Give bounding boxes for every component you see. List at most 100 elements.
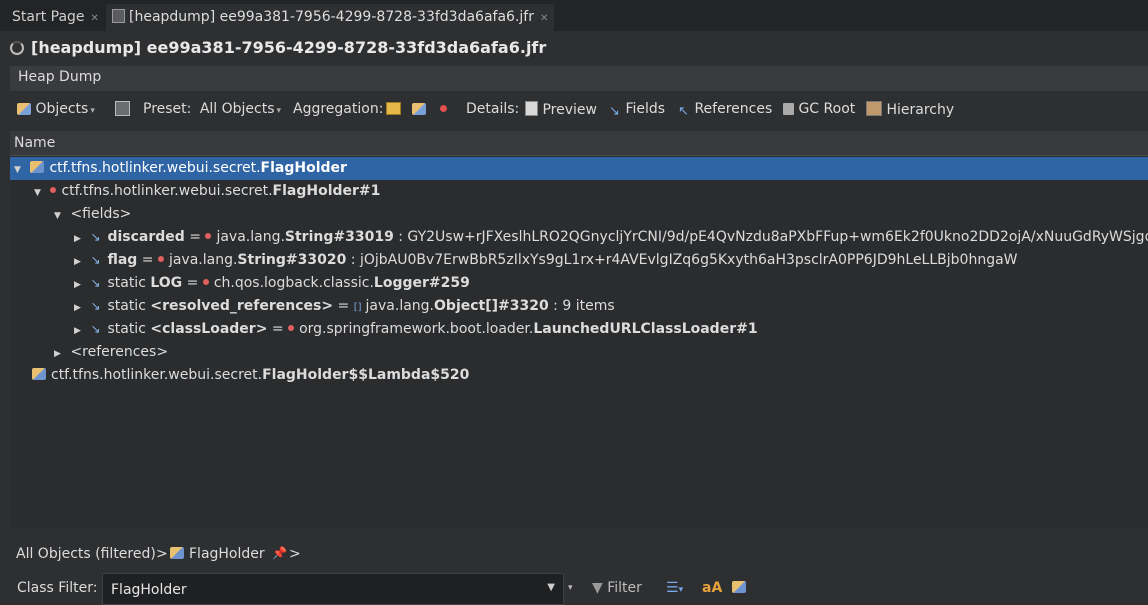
filter-button-label: Filter bbox=[607, 580, 642, 596]
tab-heapdump-label: [heapdump] ee99a381-7956-4299-8728-33fd3… bbox=[129, 9, 534, 25]
equals-sign: = bbox=[271, 321, 284, 337]
class-icon bbox=[32, 368, 46, 380]
object-tree[interactable]: Name ▼ ctf.tfns.hotlinker.webui.secret.F… bbox=[10, 131, 1148, 529]
class-name: FlagHolder$$Lambda$520 bbox=[262, 367, 470, 383]
instance-icon bbox=[205, 233, 212, 239]
instance-icon bbox=[202, 279, 209, 285]
field-arrow-icon: ↘ bbox=[90, 322, 101, 336]
expand-toggle-icon[interactable]: ▼ bbox=[34, 188, 46, 198]
preset-label: Preset: bbox=[143, 101, 192, 117]
instance-name: FlagHolder#1 bbox=[272, 183, 381, 199]
field-value: : jOjbAU0Bv7ErwBbR5zIlxYs9gL1rx+r4AVEvlg… bbox=[350, 252, 1018, 268]
fields-button[interactable]: ↘ Fields bbox=[609, 101, 665, 118]
close-icon[interactable]: ✕ bbox=[91, 13, 99, 24]
aggregation-class-button[interactable] bbox=[386, 101, 401, 117]
preset-dropdown[interactable]: Preset: All Objects ▾ bbox=[143, 101, 281, 117]
field-name: flag bbox=[107, 252, 138, 268]
tree-row-field-resolved-references[interactable]: ▶ ↘ static <resolved_references> = [] java… bbox=[10, 295, 1148, 318]
expand-toggle-icon[interactable]: ▶ bbox=[74, 280, 86, 290]
tab-heapdump[interactable]: [heapdump] ee99a381-7956-4299-8728-33fd3… bbox=[106, 4, 555, 31]
aggregation-label: Aggregation: bbox=[293, 101, 384, 117]
field-name: discarded bbox=[107, 229, 185, 245]
field-arrow-icon: ↘ bbox=[90, 276, 101, 290]
expand-toggle-icon[interactable]: ▼ bbox=[14, 165, 26, 175]
breadcrumb-item-flagholder[interactable]: FlagHolder bbox=[170, 546, 265, 562]
class-icon bbox=[732, 581, 746, 593]
tree-row-field-flag[interactable]: ▶ ↘ flag = java.lang.String#33020 : jOjbA… bbox=[10, 249, 1148, 272]
chevron-down-icon: ▾ bbox=[90, 106, 95, 116]
class-filter-input[interactable] bbox=[109, 579, 523, 601]
instance-name: LaunchedURLClassLoader#1 bbox=[533, 321, 758, 337]
aggregation-object-button[interactable] bbox=[440, 101, 447, 117]
tree-row-field-log[interactable]: ▶ ↘ static LOG = ch.qos.logback.classic.L… bbox=[10, 272, 1148, 295]
objects-dropdown[interactable]: Objects ▾ bbox=[17, 101, 95, 117]
save-icon bbox=[115, 101, 130, 116]
heap-dump-section-header[interactable]: Heap Dump bbox=[10, 66, 1148, 91]
list-icon: ☰ bbox=[666, 580, 679, 596]
tree-row-references[interactable]: ▶ <references> bbox=[10, 341, 1148, 364]
breadcrumb-item-label: FlagHolder bbox=[189, 546, 265, 562]
tree-row-flagholder-lambda[interactable]: ctf.tfns.hotlinker.webui.secret.FlagHold… bbox=[10, 364, 1148, 387]
package-name: ctf.tfns.hotlinker.webui.secret. bbox=[61, 183, 273, 199]
field-arrow-icon: ↘ bbox=[90, 299, 101, 313]
breadcrumb-separator: > bbox=[156, 546, 168, 562]
heap-toolbar: Objects ▾ Preset: All Objects ▾ Aggregatio… bbox=[10, 96, 1148, 124]
expand-toggle-icon[interactable]: ▶ bbox=[54, 349, 66, 359]
tab-start-page[interactable]: Start Page ✕ bbox=[6, 4, 105, 31]
hierarchy-label: Hierarchy bbox=[886, 102, 955, 118]
pin-icon[interactable]: 📌 bbox=[272, 546, 287, 560]
history-dropdown-icon[interactable]: ▾ bbox=[568, 583, 573, 593]
package-name: java.lang. bbox=[365, 298, 435, 314]
close-icon[interactable]: ✕ bbox=[540, 13, 548, 24]
expand-toggle-icon[interactable]: ▶ bbox=[74, 326, 86, 336]
chevron-down-icon[interactable]: ▼ bbox=[547, 582, 555, 593]
equals-sign: = bbox=[186, 275, 199, 291]
package-name: ctf.tfns.hotlinker.webui.secret. bbox=[51, 367, 263, 383]
class-icon bbox=[30, 161, 45, 173]
aggregation-class-icon bbox=[386, 102, 401, 115]
package-name: org.springframework.boot.loader. bbox=[299, 321, 534, 337]
preview-label: Preview bbox=[542, 102, 597, 118]
preview-button[interactable]: Preview bbox=[525, 101, 597, 118]
tree-row-fields[interactable]: ▼ <fields> bbox=[10, 203, 1148, 226]
field-name: <classLoader> bbox=[150, 321, 268, 337]
tree-row-field-classloader[interactable]: ▶ ↘ static <classLoader> = org.springfram… bbox=[10, 318, 1148, 341]
class-filter-combo[interactable]: ▼ bbox=[102, 573, 564, 605]
tree-row-flagholder-class[interactable]: ▼ ctf.tfns.hotlinker.webui.secret.FlagHo… bbox=[10, 157, 1148, 180]
equals-sign: = bbox=[337, 298, 350, 314]
funnel-icon: ▼ bbox=[592, 580, 603, 596]
column-header-name[interactable]: Name bbox=[10, 131, 1148, 156]
expand-toggle-icon[interactable]: ▼ bbox=[54, 211, 66, 221]
references-button[interactable]: ↖ References bbox=[678, 101, 772, 118]
expand-toggle-icon[interactable]: ▶ bbox=[74, 303, 86, 313]
filter-mode-dropdown[interactable]: ☰▾ bbox=[666, 580, 683, 596]
class-filter-label: Class Filter: bbox=[17, 580, 98, 596]
equals-sign: = bbox=[141, 252, 154, 268]
breadcrumb-separator: > bbox=[289, 546, 301, 562]
static-modifier: static bbox=[107, 298, 146, 314]
objects-label: Objects bbox=[35, 101, 89, 117]
static-modifier: static bbox=[107, 275, 146, 291]
equals-sign: = bbox=[189, 229, 201, 245]
field-arrow-icon: ↘ bbox=[90, 253, 101, 267]
breadcrumb: All Objects (filtered) > FlagHolder 📌 > bbox=[10, 543, 1148, 567]
filter-button[interactable]: ▼ Filter bbox=[592, 580, 642, 596]
instance-name: String#33020 bbox=[237, 252, 347, 268]
save-button[interactable] bbox=[115, 101, 130, 118]
expand-toggle-icon[interactable]: ▶ bbox=[74, 234, 86, 244]
aggregation-package-icon bbox=[412, 103, 426, 115]
tree-row-flagholder-instance[interactable]: ▼ ctf.tfns.hotlinker.webui.secret.FlagHo… bbox=[10, 180, 1148, 203]
expand-toggle-icon[interactable]: ▶ bbox=[74, 257, 86, 267]
class-icon-button[interactable] bbox=[732, 580, 751, 596]
editor-title-bar: [heapdump] ee99a381-7956-4299-8728-33fd3… bbox=[0, 32, 1148, 64]
aggregation-package-button[interactable] bbox=[412, 101, 426, 117]
gc-root-button[interactable]: GC Root bbox=[783, 101, 855, 117]
case-sensitive-icon[interactable]: aA bbox=[702, 580, 722, 596]
gc-root-label: GC Root bbox=[798, 101, 856, 117]
array-icon: [] bbox=[353, 302, 362, 313]
hierarchy-button[interactable]: Hierarchy bbox=[866, 101, 954, 118]
tab-start-page-label: Start Page bbox=[12, 9, 85, 25]
breadcrumb-root[interactable]: All Objects (filtered) bbox=[16, 546, 156, 562]
tree-row-field-discarded[interactable]: ▶ ↘ discarded = java.lang.String#33019 : … bbox=[10, 226, 1148, 249]
field-value: : 9 items bbox=[553, 298, 615, 314]
